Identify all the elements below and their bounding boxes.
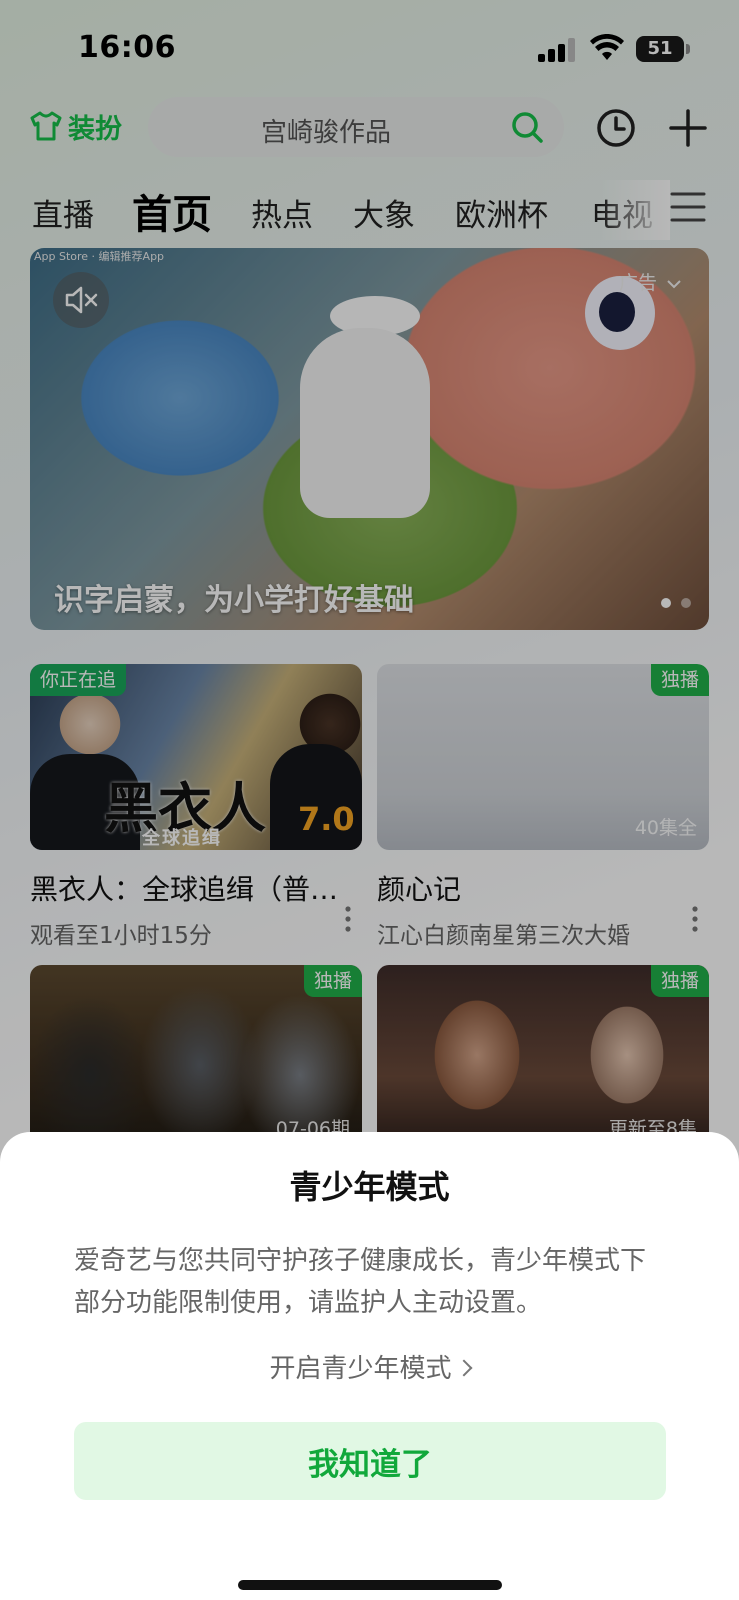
- home-indicator[interactable]: [238, 1580, 502, 1590]
- app-screen: 16:06 51 装扮 宫崎骏作品 直播 首页 热点 大象 欧洲杯 App St…: [0, 0, 739, 1600]
- sheet-title: 青少年模式: [289, 1168, 450, 1206]
- teen-mode-sheet: 青少年模式 爱奇艺与您共同守护孩子健康成长，青少年模式下部分功能限制使用，请监护…: [0, 1132, 739, 1600]
- sheet-description: 爱奇艺与您共同守护孩子健康成长，青少年模式下部分功能限制使用，请监护人主动设置。: [74, 1246, 647, 1318]
- chevron-right-icon: [455, 1359, 472, 1376]
- enable-teen-mode-link[interactable]: 开启青少年模式: [0, 1348, 739, 1385]
- enable-teen-mode-label: 开启青少年模式: [269, 1354, 452, 1384]
- got-it-button[interactable]: 我知道了: [74, 1422, 666, 1500]
